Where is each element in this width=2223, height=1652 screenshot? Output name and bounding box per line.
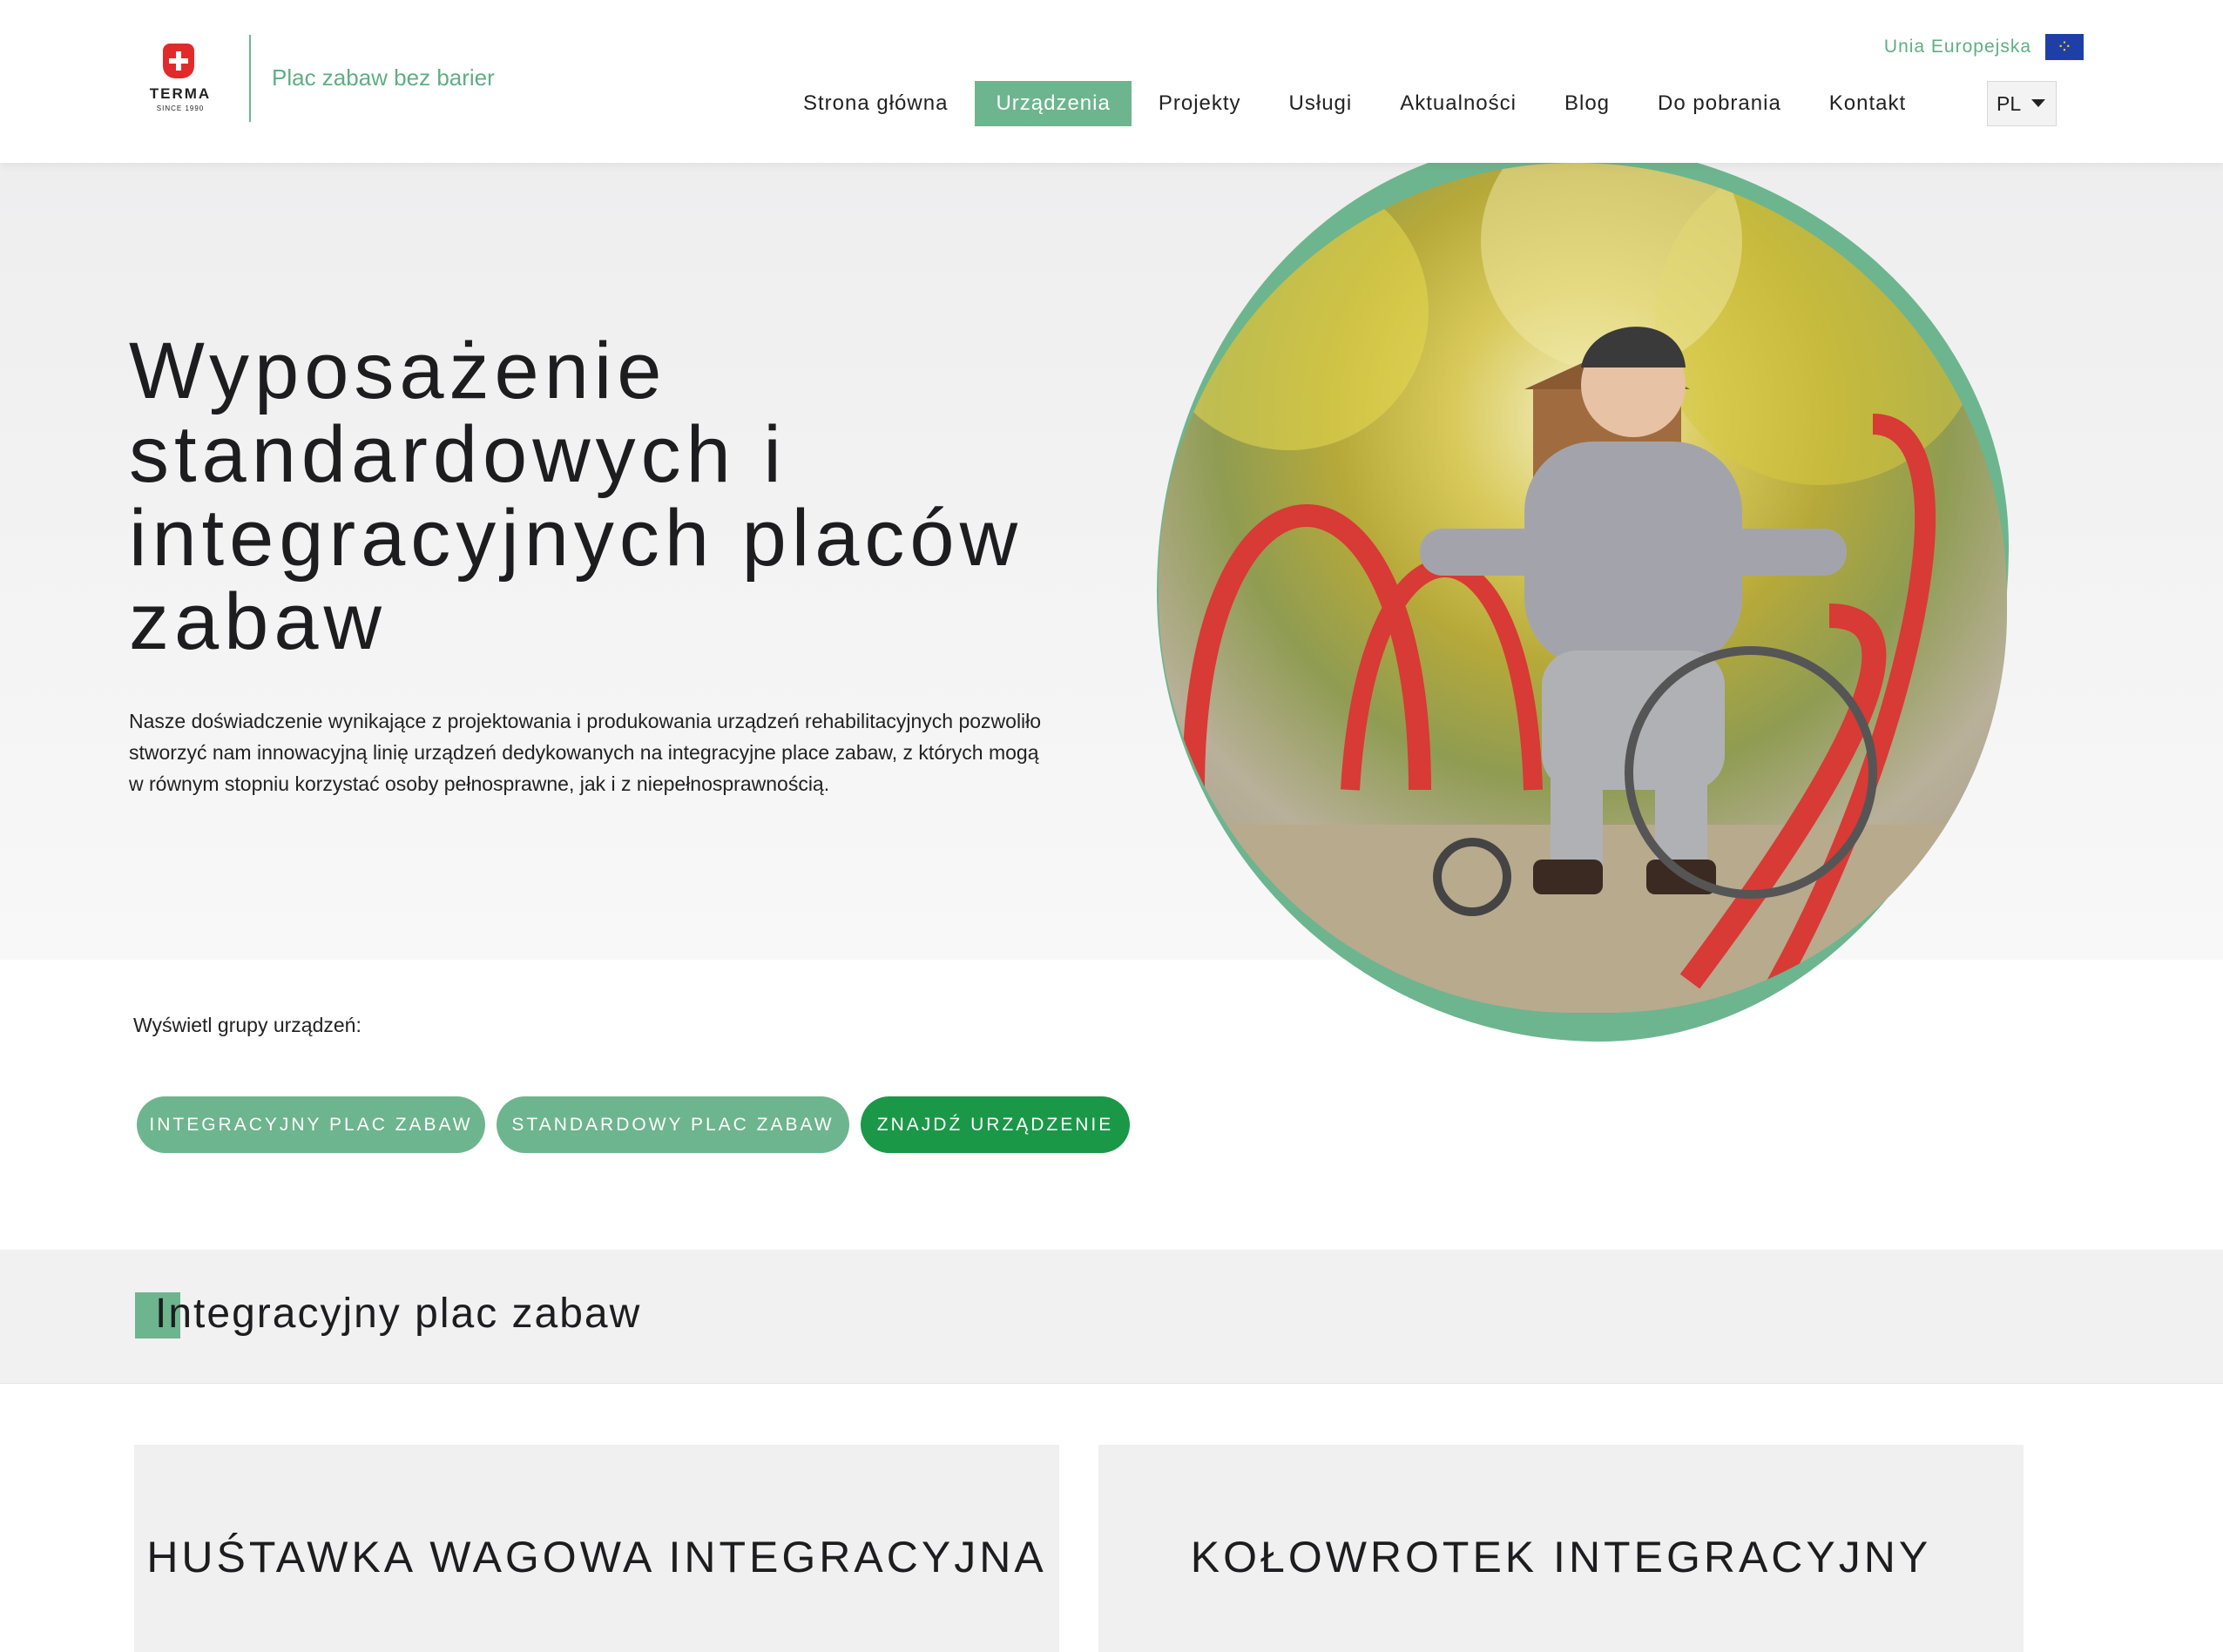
language-select[interactable]: PL xyxy=(1987,81,2057,126)
hero-description: Nasze doświadczenie wynikające z projekt… xyxy=(129,710,1042,795)
group-integracyjny-button[interactable]: INTEGRACYJNY PLAC ZABAW xyxy=(137,1096,485,1153)
nav-projekty[interactable]: Projekty xyxy=(1138,81,1262,126)
eu-link[interactable]: Unia Europejska ⁘ xyxy=(1884,33,2084,61)
terma-logo[interactable]: TERMA SINCE 1990 xyxy=(139,42,221,115)
site-header: TERMA SINCE 1990 Plac zabaw bez barier U… xyxy=(0,0,2223,163)
site-tagline: Plac zabaw bez barier xyxy=(272,64,495,91)
logo-since: SINCE 1990 xyxy=(156,105,205,112)
product-card-title: HUŚTAWKA WAGOWA INTEGRACYJNA xyxy=(146,1533,1047,1581)
main-nav: Strona główna Urządzenia Projekty Usługi… xyxy=(782,81,1933,126)
section-title: Integracyjny plac zabaw xyxy=(155,1291,642,1337)
find-device-button[interactable]: ZNAJDŹ URZĄDZENIE xyxy=(861,1096,1130,1153)
nav-kontakt[interactable]: Kontakt xyxy=(1808,81,1927,126)
product-card-hustawka[interactable]: HUŚTAWKA WAGOWA INTEGRACYJNA xyxy=(134,1445,1059,1652)
hero-photo xyxy=(1159,163,2007,1013)
logo-word: TERMA xyxy=(149,85,212,102)
product-card-title: KOŁOWROTEK INTEGRACYJNY xyxy=(1190,1533,1932,1581)
group-standardowy-button[interactable]: STANDARDOWY PLAC ZABAW xyxy=(497,1096,849,1153)
hero-title: Wyposażenie standardowych i integracyjny… xyxy=(129,327,1024,666)
cross-logo-icon xyxy=(163,44,194,78)
nav-urzadzenia[interactable]: Urządzenia xyxy=(975,81,1132,126)
eu-flag-icon: ⁘ xyxy=(2045,34,2084,60)
logo-divider xyxy=(249,35,251,122)
nav-strona-glowna[interactable]: Strona główna xyxy=(782,81,969,126)
nav-do-pobrania[interactable]: Do pobrania xyxy=(1637,81,1802,126)
nav-uslugi[interactable]: Usługi xyxy=(1268,81,1374,126)
language-value: PL xyxy=(1997,92,2022,115)
nav-aktualnosci[interactable]: Aktualności xyxy=(1379,81,1537,126)
caret-down-icon xyxy=(2031,99,2045,107)
product-card-kolowrotek[interactable]: KOŁOWROTEK INTEGRACYJNY xyxy=(1098,1445,2024,1652)
groups-label: Wyświetl grupy urządzeń: xyxy=(133,1014,361,1036)
nav-blog[interactable]: Blog xyxy=(1544,81,1631,126)
eu-label: Unia Europejska xyxy=(1883,37,2031,57)
